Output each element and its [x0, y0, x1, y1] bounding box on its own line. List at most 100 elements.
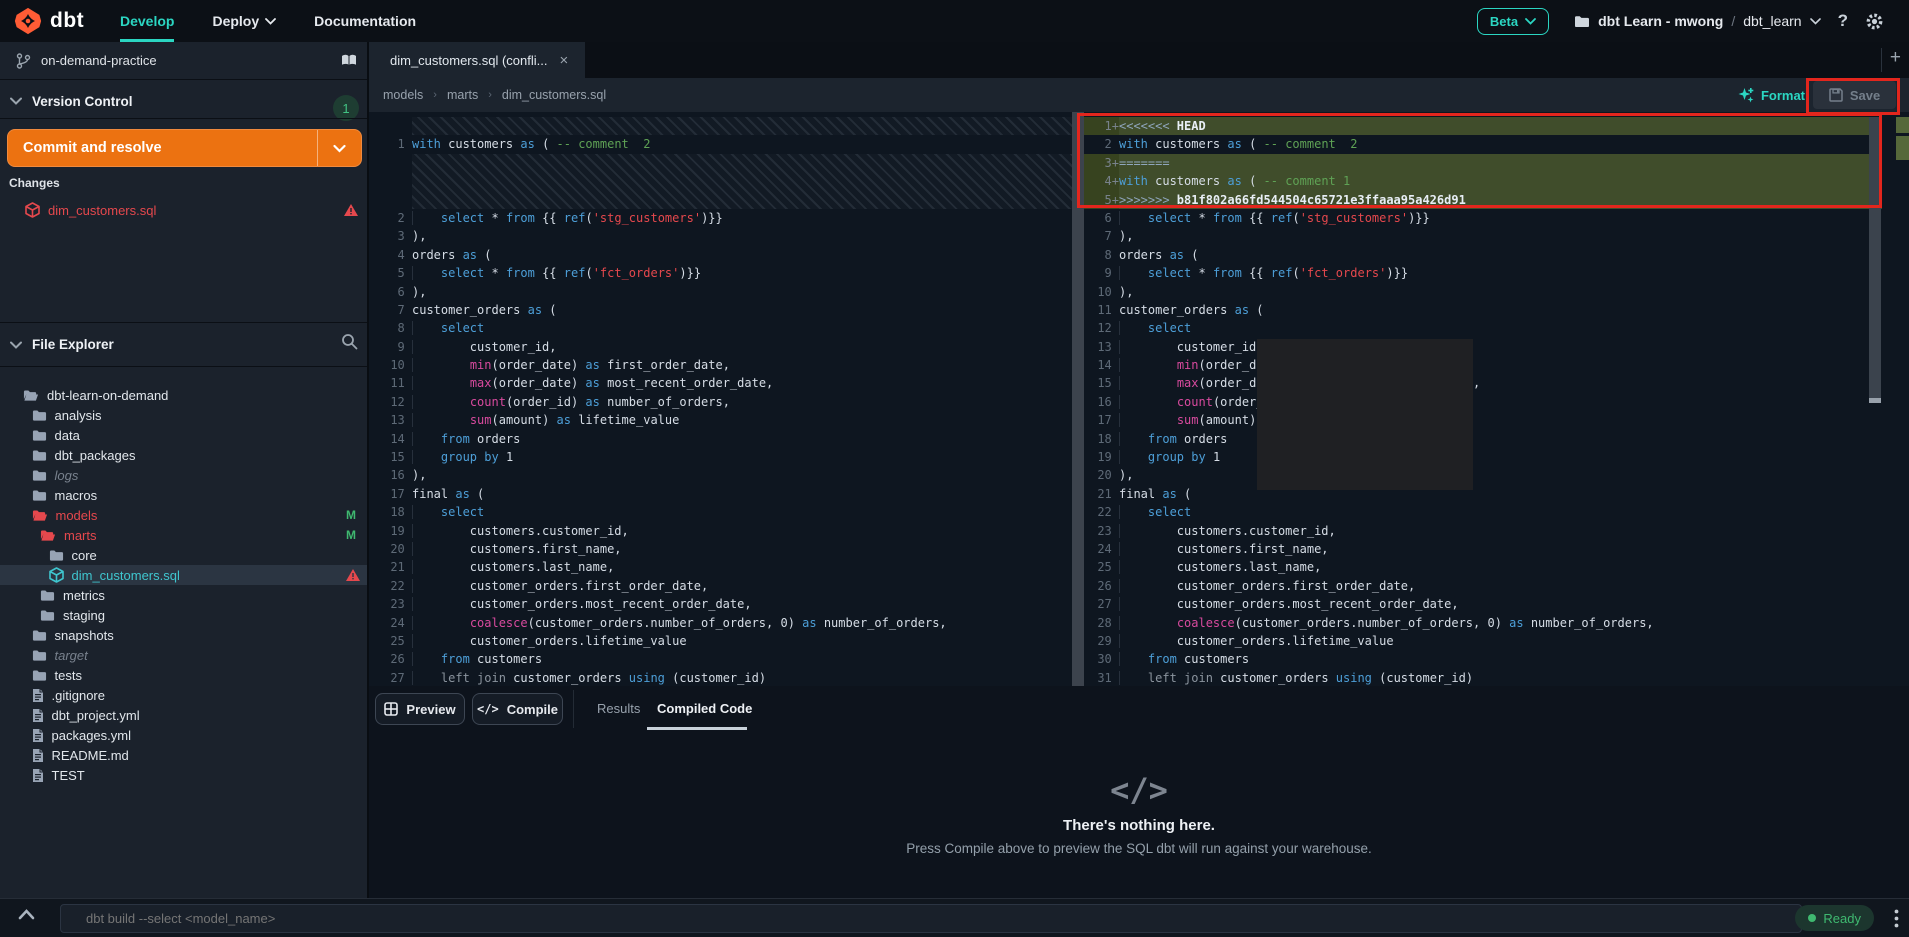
code-line-2[interactable]: 2 select * from {{ ref('stg_customers')}…	[369, 209, 1072, 227]
chevron-up-icon[interactable]	[18, 909, 35, 920]
code-line-21[interactable]: 21 final as (	[1084, 485, 1882, 503]
code-line-26[interactable]: 26 from customers	[369, 650, 1072, 668]
code-line-6[interactable]: 6 ),	[369, 283, 1072, 301]
tree-item-packages-yml[interactable]: packages.yml	[0, 725, 367, 745]
tree-item-dbt-learn-on-demand[interactable]: dbt-learn-on-demand	[0, 385, 367, 405]
code-line-17[interactable]: 17 sum(amount) as lifetime_value	[1084, 411, 1882, 429]
compile-button[interactable]: </> Compile	[472, 693, 563, 725]
beta-dropdown[interactable]: Beta	[1477, 8, 1549, 35]
split-drag-handle[interactable]	[1072, 112, 1084, 686]
search-icon[interactable]	[341, 333, 358, 350]
code-line-14[interactable]: 14 from orders	[369, 430, 1072, 448]
code-line-22[interactable]: 22 customer_orders.first_order_date,	[369, 577, 1072, 595]
code-line-16[interactable]: 16 ),	[369, 466, 1072, 484]
code-line-18[interactable]: 18 select	[369, 503, 1072, 521]
tree-item-logs[interactable]: logs	[0, 465, 367, 485]
code-line-7[interactable]: 7 ),	[1084, 227, 1882, 245]
tree-item-snapshots[interactable]: snapshots	[0, 625, 367, 645]
new-tab-button[interactable]: +	[1890, 47, 1901, 69]
code-line-3[interactable]: 3+=======	[1084, 154, 1882, 172]
format-button[interactable]: Format	[1738, 78, 1805, 112]
nav-item-deploy[interactable]: Deploy	[212, 0, 276, 42]
tree-item-models[interactable]: modelsM	[0, 505, 367, 525]
code-line-11[interactable]: 11 customer_orders as (	[1084, 301, 1882, 319]
code-line-4[interactable]: 4+with customers as ( -- comment 1	[1084, 172, 1882, 190]
code-line-6[interactable]: 6 select * from {{ ref('stg_customers')}…	[1084, 209, 1882, 227]
code-line-22[interactable]: 22 select	[1084, 503, 1882, 521]
code-editor-split[interactable]: 1 with customers as ( -- comment 2 2 sele…	[369, 112, 1909, 686]
code-line-16[interactable]: 16 count(order_id) as number_of_orders,	[1084, 393, 1882, 411]
tree-item-metrics[interactable]: metrics	[0, 585, 367, 605]
tree-item-staging[interactable]: staging	[0, 605, 367, 625]
commit-dropdown-toggle[interactable]	[317, 130, 361, 166]
tree-item-marts[interactable]: martsM	[0, 525, 367, 545]
code-line-27[interactable]: 27 left join customer_orders using (cust…	[369, 669, 1072, 686]
code-line-24[interactable]: 24 coalesce(customer_orders.number_of_or…	[369, 614, 1072, 632]
command-input[interactable]	[60, 904, 1802, 933]
tree-item-dbt-packages[interactable]: dbt_packages	[0, 445, 367, 465]
tab-compiled-code[interactable]: Compiled Code	[657, 686, 752, 731]
code-line-23[interactable]: 23 customer_orders.most_recent_order_dat…	[369, 595, 1072, 613]
docs-book-icon[interactable]	[340, 53, 358, 68]
code-line-25[interactable]: 25 customer_orders.lifetime_value	[369, 632, 1072, 650]
code-line-1[interactable]: 1+<<<<<<< HEAD	[1084, 117, 1882, 135]
code-line-14[interactable]: 14 min(order_date) as first_order_date,	[1084, 356, 1882, 374]
branch-selector[interactable]: on-demand-practice	[0, 42, 367, 80]
code-line-12[interactable]: 12 select	[1084, 319, 1882, 337]
code-pane-diff[interactable]: 1+<<<<<<< HEAD2 with customers as ( -- c…	[1084, 117, 1882, 686]
code-line-1[interactable]: 1 with customers as ( -- comment 2	[369, 135, 1072, 153]
tree-item-target[interactable]: target	[0, 645, 367, 665]
tab-dim-customers[interactable]: dim_customers.sql (confli... ×	[369, 42, 585, 78]
code-line-18[interactable]: 18 from orders	[1084, 430, 1882, 448]
code-line-9[interactable]: 9 select * from {{ ref('fct_orders')}}	[1084, 264, 1882, 282]
tree-item-data[interactable]: data	[0, 425, 367, 445]
code-line-13[interactable]: 13 sum(amount) as lifetime_value	[369, 411, 1072, 429]
code-pane-current[interactable]: 1 with customers as ( -- comment 2 2 sele…	[369, 117, 1072, 686]
save-button[interactable]: Save	[1813, 81, 1896, 109]
version-control-header[interactable]: Version Control	[0, 84, 367, 118]
code-line-10[interactable]: 10 min(order_date) as first_order_date,	[369, 356, 1072, 374]
changed-file-item[interactable]: dim_customers.sql	[0, 198, 367, 222]
tree-item--gitignore[interactable]: .gitignore	[0, 685, 367, 705]
scrollbar-thumb[interactable]	[1869, 117, 1881, 400]
code-line-2[interactable]: 2 with customers as ( -- comment 2	[1084, 135, 1882, 153]
code-line-24[interactable]: 24 customers.first_name,	[1084, 540, 1882, 558]
code-line-10[interactable]: 10 ),	[1084, 283, 1882, 301]
tree-item-readme-md[interactable]: README.md	[0, 745, 367, 765]
breadcrumb-models[interactable]: models	[383, 88, 423, 102]
code-line-19[interactable]: 19 customers.customer_id,	[369, 522, 1072, 540]
tree-item-dbt-project-yml[interactable]: dbt_project.yml	[0, 705, 367, 725]
close-icon[interactable]: ×	[560, 52, 569, 69]
code-line-8[interactable]: 8 orders as (	[1084, 246, 1882, 264]
project-name[interactable]: dbt_learn	[1743, 13, 1801, 29]
code-line-7[interactable]: 7 customer_orders as (	[369, 301, 1072, 319]
help-button[interactable]: ?	[1838, 11, 1848, 31]
tree-item-core[interactable]: core	[0, 545, 367, 565]
code-line-5[interactable]: 5 select * from {{ ref('fct_orders')}}	[369, 264, 1072, 282]
file-explorer-header[interactable]: File Explorer	[0, 323, 367, 366]
code-line-31[interactable]: 31 left join customer_orders using (cust…	[1084, 669, 1882, 686]
code-line-13[interactable]: 13 customer_id,	[1084, 338, 1882, 356]
kebab-menu-icon[interactable]	[1894, 909, 1899, 928]
code-line-28[interactable]: 28 coalesce(customer_orders.number_of_or…	[1084, 614, 1882, 632]
dbt-logo[interactable]: dbt	[14, 0, 84, 42]
code-line-23[interactable]: 23 customers.customer_id,	[1084, 522, 1882, 540]
code-line-15[interactable]: 15 group by 1	[369, 448, 1072, 466]
code-line-3[interactable]: 3 ),	[369, 227, 1072, 245]
code-line-9[interactable]: 9 customer_id,	[369, 338, 1072, 356]
tree-item-test[interactable]: TEST	[0, 765, 367, 785]
code-line-21[interactable]: 21 customers.last_name,	[369, 558, 1072, 576]
code-line-5[interactable]: 5+>>>>>>> b81f802a66fd544504c65721e3ffaa…	[1084, 191, 1882, 209]
tree-item-dim-customers-sql[interactable]: dim_customers.sql	[0, 565, 367, 585]
settings-gear-icon[interactable]	[1865, 12, 1884, 31]
code-line-19[interactable]: 19 group by 1	[1084, 448, 1882, 466]
commit-and-resolve-button[interactable]: Commit and resolve	[7, 129, 362, 167]
breadcrumb-file[interactable]: dim_customers.sql	[502, 88, 606, 102]
code-line-29[interactable]: 29 customer_orders.lifetime_value	[1084, 632, 1882, 650]
breadcrumb-marts[interactable]: marts	[447, 88, 478, 102]
tree-item-tests[interactable]: tests	[0, 665, 367, 685]
nav-item-documentation[interactable]: Documentation	[314, 0, 416, 42]
code-line-25[interactable]: 25 customers.last_name,	[1084, 558, 1882, 576]
tree-item-analysis[interactable]: analysis	[0, 405, 367, 425]
nav-item-develop[interactable]: Develop	[120, 0, 174, 42]
